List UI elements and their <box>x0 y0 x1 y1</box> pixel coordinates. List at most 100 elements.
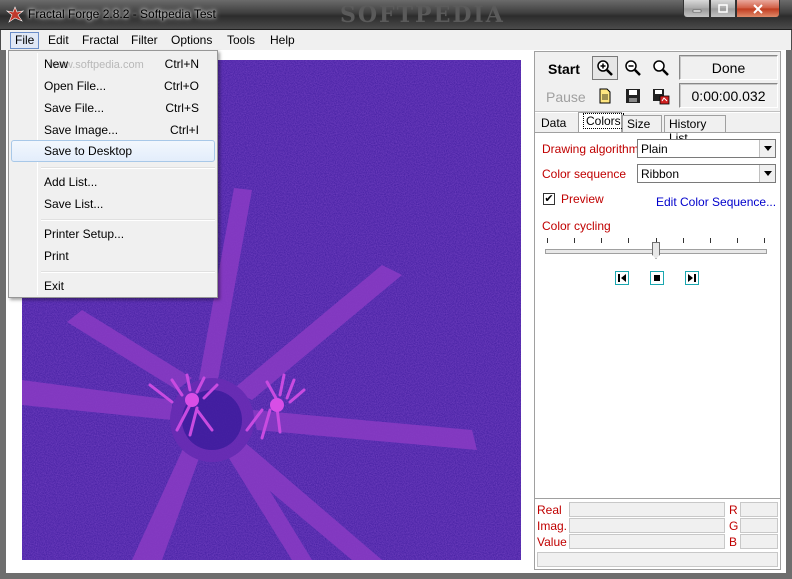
menu-separator <box>41 167 215 169</box>
g-value-field <box>740 518 778 533</box>
g-label: G <box>729 519 739 533</box>
menu-bar: File Edit Fractal Filter Options Tools H… <box>0 30 792 50</box>
chevron-down-icon <box>759 165 775 182</box>
close-button[interactable] <box>736 0 780 18</box>
menu-item-shortcut: Ctrl+O <box>163 79 199 93</box>
menu-tools[interactable]: Tools <box>222 32 260 49</box>
menu-item-printer-setup[interactable]: Printer Setup... <box>11 223 215 245</box>
imag-value-field <box>569 518 725 533</box>
status-field: Done <box>679 55 778 80</box>
menu-help[interactable]: Help <box>265 32 300 49</box>
b-label: B <box>729 535 738 549</box>
edit-color-sequence-link[interactable]: Edit Color Sequence... <box>656 195 776 209</box>
new-document-button[interactable] <box>592 84 618 108</box>
tab-data[interactable]: Data <box>537 115 570 132</box>
menu-item-label: Exit <box>44 279 65 293</box>
menu-item-label: Printer Setup... <box>44 227 125 241</box>
color-sequence-select[interactable]: Ribbon <box>637 164 776 183</box>
document-icon <box>599 88 611 104</box>
floppy-disk-icon <box>626 89 640 103</box>
value-label: Value <box>537 535 567 549</box>
status-bar <box>537 552 778 567</box>
preview-checkbox[interactable]: ✔ <box>543 193 555 205</box>
elapsed-time-field: 0:00:00.032 <box>679 83 778 108</box>
menu-item-label: Save List... <box>44 197 104 211</box>
save-image-button[interactable] <box>648 84 674 108</box>
drawing-algorithm-select[interactable]: Plain <box>637 139 776 158</box>
minimize-button[interactable] <box>683 0 710 18</box>
maximize-button[interactable] <box>710 0 736 18</box>
app-icon[interactable] <box>6 6 24 24</box>
tab-history-list[interactable]: History List <box>664 115 726 145</box>
menu-file[interactable]: File <box>10 32 40 49</box>
cycle-stop-button[interactable] <box>650 271 664 285</box>
file-menu-dropdown: www.softpedia.com New Ctrl+N Open File..… <box>8 50 218 298</box>
step-forward-icon <box>688 274 696 282</box>
slider-tick <box>547 238 548 243</box>
menu-item-print[interactable]: Print <box>11 245 215 267</box>
slider-tick <box>574 238 575 243</box>
real-label: Real <box>537 503 562 517</box>
menu-item-save-to-desktop[interactable]: Save to Desktop <box>11 140 215 162</box>
zoom-in-button[interactable] <box>592 56 618 80</box>
menu-filter[interactable]: Filter <box>126 32 163 49</box>
window-frame-right <box>786 50 792 579</box>
slider-tick <box>683 238 684 243</box>
stop-icon <box>654 275 660 281</box>
b-value-field <box>740 534 778 549</box>
menu-item-add-list[interactable]: Add List... <box>11 171 215 193</box>
menu-item-shortcut: Ctrl+I <box>169 123 199 137</box>
slider-tick <box>710 238 711 243</box>
tab-colors[interactable]: Colors <box>578 112 624 132</box>
cycle-backward-button[interactable] <box>615 271 629 285</box>
menu-item-save-image[interactable]: Save Image... Ctrl+I <box>11 119 215 141</box>
chevron-down-icon <box>759 140 775 157</box>
menu-item-save-list[interactable]: Save List... <box>11 193 215 215</box>
menu-item-label: Add List... <box>44 175 98 189</box>
title-watermark: SOFTPEDIA <box>340 2 505 28</box>
zoom-out-button[interactable] <box>620 56 646 80</box>
color-sequence-label: Color sequence <box>542 167 627 181</box>
minimize-icon <box>692 9 701 12</box>
tab-size[interactable]: Size <box>622 115 662 132</box>
info-divider <box>535 498 780 499</box>
tab-colors-label: Colors <box>583 113 624 129</box>
drawing-algorithm-label: Drawing algorithm <box>542 142 639 156</box>
pause-button[interactable]: Pause <box>546 89 586 105</box>
menu-item-label: Save to Desktop <box>44 144 133 158</box>
start-button[interactable]: Start <box>548 61 580 77</box>
slider-tick <box>764 238 765 243</box>
menu-item-new[interactable]: New Ctrl+N <box>11 53 215 75</box>
menu-item-open-file[interactable]: Open File... Ctrl+O <box>11 75 215 97</box>
menu-fractal[interactable]: Fractal <box>77 32 124 49</box>
menu-edit[interactable]: Edit <box>43 32 74 49</box>
slider-tick <box>601 238 602 243</box>
slider-tick <box>628 238 629 243</box>
preview-label: Preview <box>561 192 604 206</box>
step-back-icon <box>618 274 626 282</box>
menu-item-shortcut: Ctrl+S <box>165 101 199 115</box>
value-field <box>569 534 725 549</box>
close-icon <box>753 3 763 14</box>
tab-divider <box>535 132 780 133</box>
menu-item-exit[interactable]: Exit <box>11 275 215 297</box>
zoom-in-icon <box>597 60 613 76</box>
menu-options[interactable]: Options <box>166 32 217 49</box>
color-sequence-value: Ribbon <box>641 167 680 181</box>
window-title: Fractal Forge 2.8.2 - Softpedia Test <box>28 7 216 21</box>
cycle-forward-button[interactable] <box>685 271 699 285</box>
zoom-button[interactable] <box>648 56 674 80</box>
menu-item-label: Save File... <box>44 101 105 115</box>
menu-item-label: Save Image... <box>44 123 119 137</box>
menu-item-shortcut: Ctrl+N <box>164 57 199 71</box>
zoom-out-icon <box>625 60 641 76</box>
title-bar: SOFTPEDIA Fractal Forge 2.8.2 - Softpedi… <box>0 0 792 30</box>
menu-item-save-file[interactable]: Save File... Ctrl+S <box>11 97 215 119</box>
real-value-field <box>569 502 725 517</box>
menu-separator <box>41 219 215 221</box>
maximize-icon <box>718 4 728 13</box>
menu-item-label: New <box>44 57 69 71</box>
menu-separator <box>41 271 215 273</box>
slider-tick <box>737 238 738 243</box>
save-button[interactable] <box>620 84 646 108</box>
